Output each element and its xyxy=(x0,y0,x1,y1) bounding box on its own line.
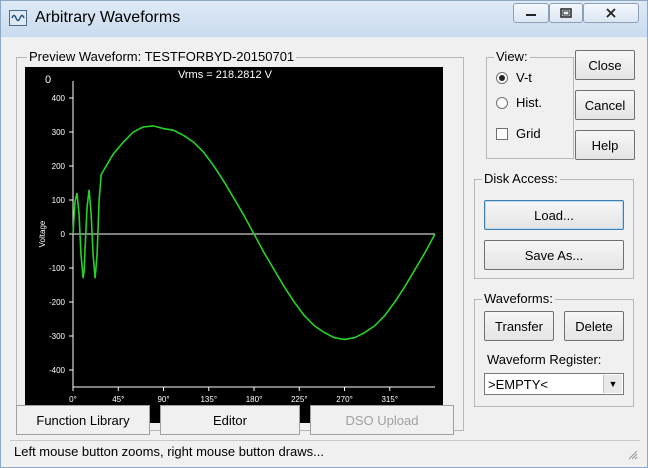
y-tick-label: 100 xyxy=(52,196,66,205)
y-tick-label: -200 xyxy=(49,298,66,307)
cancel-button[interactable]: Cancel xyxy=(575,90,635,120)
grid-checkbox[interactable] xyxy=(496,128,508,140)
x-tick-label: 315° xyxy=(381,395,398,404)
status-bar: Left mouse button zooms, right mouse but… xyxy=(10,440,640,462)
x-tick-label: 90° xyxy=(157,395,169,404)
vt-radio-label: V-t xyxy=(516,70,532,85)
waveform-chart[interactable]: 400 300 200 100 0 -100 -200 -300 -400 0° 45° 90° 135… xyxy=(25,67,443,423)
waveforms-group-label: Waveforms: xyxy=(482,291,555,306)
x-tick-label: 135° xyxy=(200,395,217,404)
maximize-button[interactable] xyxy=(549,3,583,23)
dialog-client: Preview Waveform: TESTFORBYD-20150701 40… xyxy=(10,37,640,461)
help-button[interactable]: Help xyxy=(575,130,635,160)
close-icon xyxy=(606,8,616,18)
arbitrary-waveforms-window: Arbitrary Waveforms Preview Waveform: TE… xyxy=(0,0,648,468)
preview-waveform-label: Preview Waveform: TESTFORBYD-20150701 xyxy=(27,49,297,64)
minimize-button[interactable] xyxy=(513,3,549,23)
waveform-register-select[interactable]: >EMPTY< ▼ xyxy=(484,373,624,395)
y-tick-label: 400 xyxy=(52,94,66,103)
y-tick-label: 0 xyxy=(61,230,66,239)
hist-radio-label: Hist. xyxy=(516,95,542,110)
x-tick-label: 270° xyxy=(336,395,353,404)
y-tick-label: -300 xyxy=(49,332,66,341)
minimize-icon xyxy=(526,14,536,16)
tab-editor[interactable]: Editor xyxy=(160,405,300,435)
x-tick-label: 180° xyxy=(246,395,263,404)
y-tick-label: -400 xyxy=(49,366,66,375)
vrms-readout: Vrms = 218.2812 V xyxy=(178,69,273,81)
tab-dso-upload: DSO Upload xyxy=(310,405,454,435)
y-tick-label: 300 xyxy=(52,128,66,137)
y-tick-label: 200 xyxy=(52,162,66,171)
hist-radio[interactable] xyxy=(496,97,508,109)
y-axis-label: Voltage xyxy=(38,220,47,247)
tab-function-library[interactable]: Function Library xyxy=(16,405,150,435)
resize-grip-icon[interactable] xyxy=(628,450,638,460)
close-window-button[interactable] xyxy=(583,3,639,23)
waveform-plot[interactable]: 400 300 200 100 0 -100 -200 -300 -400 0° 45° 90° 135… xyxy=(25,67,443,423)
view-group-label: View: xyxy=(494,49,530,64)
grid-checkbox-label: Grid xyxy=(516,126,541,141)
status-text: Left mouse button zooms, right mouse but… xyxy=(14,444,324,459)
corner-value-label: 0 xyxy=(45,74,51,86)
close-button[interactable]: Close xyxy=(575,50,635,80)
disk-access-label: Disk Access: xyxy=(482,171,560,186)
delete-button[interactable]: Delete xyxy=(564,311,624,341)
chevron-down-icon[interactable]: ▼ xyxy=(603,375,622,393)
y-tick-label: -100 xyxy=(49,264,66,273)
waveform-trace xyxy=(72,125,436,341)
window-title: Arbitrary Waveforms xyxy=(35,9,181,26)
x-tick-label: 225° xyxy=(291,395,308,404)
waveform-register-label: Waveform Register: xyxy=(487,352,602,367)
title-bar[interactable]: Arbitrary Waveforms xyxy=(1,1,647,37)
load-button[interactable]: Load... xyxy=(484,200,624,230)
waveform-register-value: >EMPTY< xyxy=(488,377,548,392)
x-tick-label: 45° xyxy=(112,395,124,404)
save-as-button[interactable]: Save As... xyxy=(484,240,624,270)
transfer-button[interactable]: Transfer xyxy=(484,311,554,341)
vt-radio[interactable] xyxy=(496,72,508,84)
waveform-app-icon xyxy=(9,10,27,26)
x-tick-label: 0° xyxy=(69,395,77,404)
maximize-icon xyxy=(560,8,572,18)
